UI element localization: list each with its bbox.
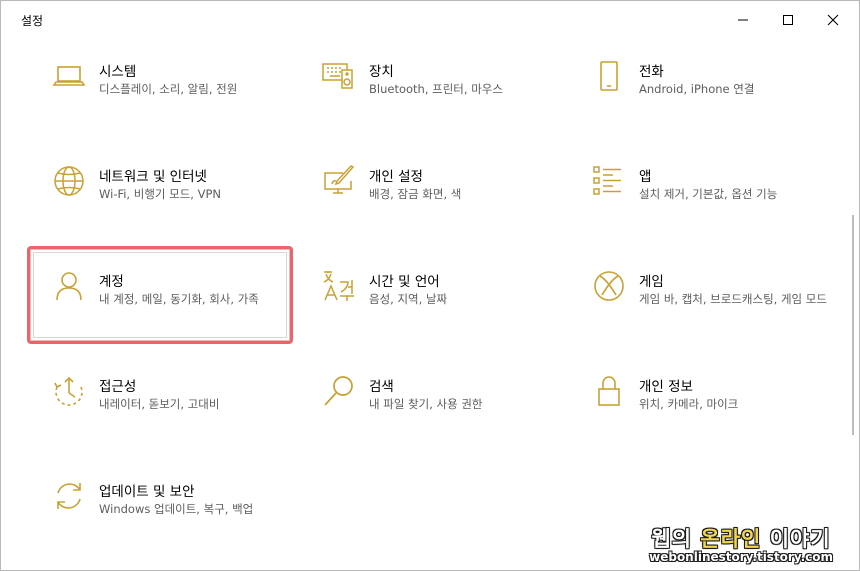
close-icon bbox=[827, 14, 839, 26]
tile-name: 게임 bbox=[639, 274, 664, 290]
tile-name: 개인 정보 bbox=[639, 379, 693, 395]
tile-time-language[interactable]: 시간 및 언어 음성, 지역, 날짜 bbox=[299, 258, 563, 354]
language-icon bbox=[321, 268, 357, 304]
minimize-icon bbox=[738, 19, 748, 21]
phone-icon bbox=[591, 58, 627, 94]
tile-search[interactable]: 검색 내 파일 찾기, 사용 권한 bbox=[299, 363, 563, 459]
tile-description: Wi-Fi, 비행기 모드, VPN bbox=[99, 187, 222, 201]
person-icon bbox=[51, 268, 87, 304]
title-bar: 설정 bbox=[1, 1, 859, 39]
tile-name: 네트워크 및 인터넷 bbox=[99, 169, 207, 185]
tile-personalization[interactable]: 개인 설정 배경, 잠금 화면, 색 bbox=[299, 153, 563, 249]
tile-description: 디스플레이, 소리, 알림, 전원 bbox=[99, 82, 238, 96]
laptop-icon bbox=[51, 58, 87, 94]
tile-description: 내레이터, 돋보기, 고대비 bbox=[99, 397, 220, 411]
tile-phone[interactable]: 전화 Android, iPhone 연결 bbox=[569, 48, 833, 144]
tile-system[interactable]: 시스템 디스플레이, 소리, 알림, 전원 bbox=[29, 48, 293, 144]
globe-icon bbox=[51, 163, 87, 199]
tile-description: 내 파일 찾기, 사용 권한 bbox=[369, 397, 483, 411]
search-icon bbox=[321, 373, 357, 409]
tile-description: 음성, 지역, 날짜 bbox=[369, 292, 448, 306]
tile-description: 설치 제거, 기본값, 옵션 기능 bbox=[639, 187, 778, 201]
maximize-button[interactable] bbox=[765, 1, 811, 39]
tile-description: 배경, 잠금 화면, 색 bbox=[369, 187, 462, 201]
watermark-url: webonlinestory.tistory.com bbox=[649, 550, 833, 564]
tile-description: 내 계정, 메일, 동기화, 회사, 가족 bbox=[99, 292, 259, 306]
tile-name: 앱 bbox=[639, 169, 652, 185]
tile-description: Windows 업데이트, 복구, 백업 bbox=[99, 502, 254, 516]
tile-name: 전화 bbox=[639, 64, 664, 80]
tile-name: 검색 bbox=[369, 379, 394, 395]
settings-window: 설정 시스템 디스플레이, 소리, 알림, 전원 장치 Bluetooth, 프… bbox=[0, 0, 860, 571]
tile-network[interactable]: 네트워크 및 인터넷 Wi-Fi, 비행기 모드, VPN bbox=[29, 153, 293, 249]
tile-update-security[interactable]: 업데이트 및 보안 Windows 업데이트, 복구, 백업 bbox=[29, 468, 293, 564]
tile-description: 게임 바, 캡처, 브로드캐스팅, 게임 모드 bbox=[639, 292, 827, 306]
tile-ease-of-access[interactable]: 접근성 내레이터, 돋보기, 고대비 bbox=[29, 363, 293, 459]
tile-accounts[interactable]: 계정 내 계정, 메일, 동기화, 회사, 가족 bbox=[29, 258, 293, 354]
keyboard-speaker-icon bbox=[321, 58, 357, 94]
scrollbar[interactable] bbox=[852, 215, 854, 435]
tile-description: Android, iPhone 연결 bbox=[639, 82, 755, 96]
watermark-title: 웹의 온라인 이야기 bbox=[651, 527, 831, 551]
ease-of-access-icon bbox=[51, 373, 87, 409]
tile-name: 장치 bbox=[369, 64, 394, 80]
tile-description: Bluetooth, 프린터, 마우스 bbox=[369, 82, 503, 96]
tile-name: 접근성 bbox=[99, 379, 137, 395]
tile-gaming[interactable]: 게임 게임 바, 캡처, 브로드캐스팅, 게임 모드 bbox=[569, 258, 833, 354]
tile-name: 개인 설정 bbox=[369, 169, 423, 185]
tile-name: 시스템 bbox=[99, 64, 137, 80]
lock-icon bbox=[591, 373, 627, 409]
close-button[interactable] bbox=[810, 1, 856, 39]
tile-privacy[interactable]: 개인 정보 위치, 카메라, 마이크 bbox=[569, 363, 833, 459]
maximize-icon bbox=[783, 15, 793, 25]
xbox-icon bbox=[591, 268, 627, 304]
paintbrush-monitor-icon bbox=[321, 163, 357, 199]
apps-list-icon bbox=[591, 163, 627, 199]
tile-name: 시간 및 언어 bbox=[369, 274, 440, 290]
window-title: 설정 bbox=[21, 14, 44, 28]
watermark: 웹의 온라인 이야기 webonlinestory.tistory.com bbox=[649, 528, 833, 564]
sync-icon bbox=[51, 478, 87, 514]
tile-name: 업데이트 및 보안 bbox=[99, 484, 195, 500]
tile-devices[interactable]: 장치 Bluetooth, 프린터, 마우스 bbox=[299, 48, 563, 144]
tile-description: 위치, 카메라, 마이크 bbox=[639, 397, 739, 411]
tile-name: 계정 bbox=[99, 274, 124, 290]
tile-apps[interactable]: 앱 설치 제거, 기본값, 옵션 기능 bbox=[569, 153, 833, 249]
minimize-button[interactable] bbox=[720, 1, 766, 39]
